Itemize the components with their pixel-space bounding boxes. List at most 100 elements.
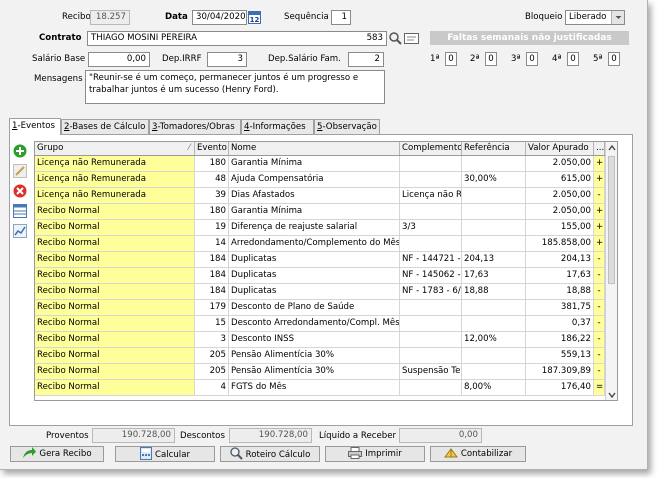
cell-valor[interactable]: 2.050,00 xyxy=(526,204,594,220)
cell-complemento[interactable] xyxy=(400,300,462,316)
cell-referencia[interactable]: 18,88 xyxy=(462,284,526,300)
cell-evento[interactable]: 205 xyxy=(195,364,229,380)
depsal-field[interactable]: 2 xyxy=(348,52,384,67)
col-evento[interactable]: Evento xyxy=(195,142,229,155)
cell-evento[interactable]: 184 xyxy=(195,268,229,284)
cell-complemento[interactable] xyxy=(400,172,462,188)
cell-complemento[interactable]: NF - 144721 - xyxy=(400,252,462,268)
cell-grupo[interactable]: Licença não Remunerada xyxy=(35,172,195,188)
cell-referencia[interactable] xyxy=(462,156,526,172)
cell-nome[interactable]: Pensão Alimentícia 30% xyxy=(229,364,400,380)
cell-referencia[interactable]: 30,00% xyxy=(462,172,526,188)
cell-complemento[interactable] xyxy=(400,332,462,348)
col-complemento[interactable]: Complemento xyxy=(400,142,462,155)
cell-valor[interactable]: 187.309,89 xyxy=(526,364,594,380)
cell-referencia[interactable] xyxy=(462,300,526,316)
chevron-down-icon[interactable] xyxy=(611,11,624,24)
cell-nome[interactable]: Garantia Mínima xyxy=(229,204,400,220)
cell-sinal[interactable]: - xyxy=(594,268,605,284)
cell-nome[interactable]: Duplicatas xyxy=(229,252,400,268)
table-row[interactable]: Licença não Remunerada 39 Dias Afastados Li… xyxy=(35,188,605,204)
cell-nome[interactable]: Arredondamento/Complemento do Mês xyxy=(229,236,400,252)
cell-sinal[interactable]: - xyxy=(594,332,605,348)
cell-grupo[interactable]: Recibo Normal xyxy=(35,252,195,268)
table-row[interactable]: Recibo Normal 184 Duplicatas NF - 145062 -1… xyxy=(35,268,605,284)
cell-sinal[interactable]: - xyxy=(594,348,605,364)
cell-evento[interactable]: 184 xyxy=(195,284,229,300)
cell-evento[interactable]: 3 xyxy=(195,332,229,348)
col-referencia[interactable]: Referência xyxy=(462,142,526,155)
cell-referencia[interactable] xyxy=(462,348,526,364)
tab-bases-calculo[interactable]: 2-Bases de Cálculo xyxy=(61,119,149,134)
add-icon[interactable] xyxy=(13,144,27,158)
cell-sinal[interactable]: - xyxy=(594,316,605,332)
table-row[interactable]: Licença não Remunerada 180 Garantia Mínima… xyxy=(35,156,605,172)
cell-valor[interactable]: 155,00 xyxy=(526,220,594,236)
table-row[interactable]: Recibo Normal 4 FGTS do Mês 8,00% 176,40 = xyxy=(35,380,605,396)
cell-sinal[interactable]: + xyxy=(594,220,605,236)
cell-valor[interactable]: 17,63 xyxy=(526,268,594,284)
cell-referencia[interactable]: 204,13 xyxy=(462,252,526,268)
cell-grupo[interactable]: Recibo Normal xyxy=(35,220,195,236)
cell-evento[interactable]: 15 xyxy=(195,316,229,332)
table-row[interactable]: Recibo Normal 184 Duplicatas NF - 144721 -2… xyxy=(35,252,605,268)
cell-referencia[interactable]: 8,00% xyxy=(462,380,526,396)
falta-4-field[interactable]: 0 xyxy=(567,52,579,66)
cell-complemento[interactable]: NF - 1783 - 6/ xyxy=(400,284,462,300)
cell-evento[interactable]: 179 xyxy=(195,300,229,316)
cell-nome[interactable]: Dias Afastados xyxy=(229,188,400,204)
cell-evento[interactable]: 4 xyxy=(195,380,229,396)
cell-valor[interactable]: 0,37 xyxy=(526,316,594,332)
cell-valor[interactable]: 559,13 xyxy=(526,348,594,364)
cell-evento[interactable]: 14 xyxy=(195,236,229,252)
table-row[interactable]: Licença não Remunerada 48 Ajuda Compensató… xyxy=(35,172,605,188)
cell-grupo[interactable]: Recibo Normal xyxy=(35,300,195,316)
imprimir-button[interactable]: Imprimir xyxy=(325,446,425,462)
tab-tomadores-obras[interactable]: 3-Tomadores/Obras xyxy=(149,119,241,134)
cell-nome[interactable]: Garantia Mínima xyxy=(229,156,400,172)
cell-valor[interactable]: 2.050,00 xyxy=(526,156,594,172)
cell-referencia[interactable] xyxy=(462,204,526,220)
edit-icon[interactable] xyxy=(13,164,27,178)
mensagens-textarea[interactable]: "Reunir-se é um começo, permanecer junto… xyxy=(85,70,385,104)
cell-nome[interactable]: Ajuda Compensatória xyxy=(229,172,400,188)
cell-complemento[interactable] xyxy=(400,316,462,332)
cell-valor[interactable]: 2.050,00 xyxy=(526,188,594,204)
contabilizar-button[interactable]: Contabilizar xyxy=(430,446,526,462)
roteiro-calculo-button[interactable]: Roteiro Cálculo xyxy=(220,446,320,462)
cell-evento[interactable]: 48 xyxy=(195,172,229,188)
cell-sinal[interactable]: - xyxy=(594,364,605,380)
table-row[interactable]: Recibo Normal 14 Arredondamento/Complement… xyxy=(35,236,605,252)
cell-complemento[interactable]: Suspensão Te xyxy=(400,364,462,380)
table-row[interactable]: Recibo Normal 180 Garantia Mínima 2.050,00 + xyxy=(35,204,605,220)
cell-evento[interactable]: 180 xyxy=(195,156,229,172)
cell-evento[interactable]: 184 xyxy=(195,252,229,268)
cell-referencia[interactable] xyxy=(462,236,526,252)
data-field[interactable]: 30/04/2020 xyxy=(192,10,247,25)
card-icon[interactable] xyxy=(404,32,419,45)
cell-sinal[interactable]: - xyxy=(594,284,605,300)
table-icon[interactable] xyxy=(13,204,27,218)
cell-sinal[interactable]: + xyxy=(594,172,605,188)
depirrf-field[interactable]: 3 xyxy=(207,52,247,67)
cell-nome[interactable]: Duplicatas xyxy=(229,268,400,284)
cell-sinal[interactable]: - xyxy=(594,252,605,268)
scroll-thumb[interactable] xyxy=(608,156,615,284)
cell-sinal[interactable]: + xyxy=(594,204,605,220)
falta-2-field[interactable]: 0 xyxy=(485,52,497,66)
cell-grupo[interactable]: Recibo Normal xyxy=(35,236,195,252)
cell-valor[interactable]: 18,88 xyxy=(526,284,594,300)
cell-complemento[interactable] xyxy=(400,156,462,172)
cell-nome[interactable]: Desconto de Plano de Saúde xyxy=(229,300,400,316)
cell-grupo[interactable]: Recibo Normal xyxy=(35,348,195,364)
cell-valor[interactable]: 381,75 xyxy=(526,300,594,316)
cell-complemento[interactable]: NF - 145062 - xyxy=(400,268,462,284)
cell-nome[interactable]: Desconto INSS xyxy=(229,332,400,348)
cell-evento[interactable]: 39 xyxy=(195,188,229,204)
table-row[interactable]: Recibo Normal 15 Desconto Arredondamento/C… xyxy=(35,316,605,332)
cell-complemento[interactable]: Licença não R xyxy=(400,188,462,204)
table-row[interactable]: Recibo Normal 184 Duplicatas NF - 1783 - 6/… xyxy=(35,284,605,300)
col-nome[interactable]: Nome xyxy=(229,142,400,155)
cell-referencia[interactable] xyxy=(462,220,526,236)
cell-complemento[interactable] xyxy=(400,204,462,220)
